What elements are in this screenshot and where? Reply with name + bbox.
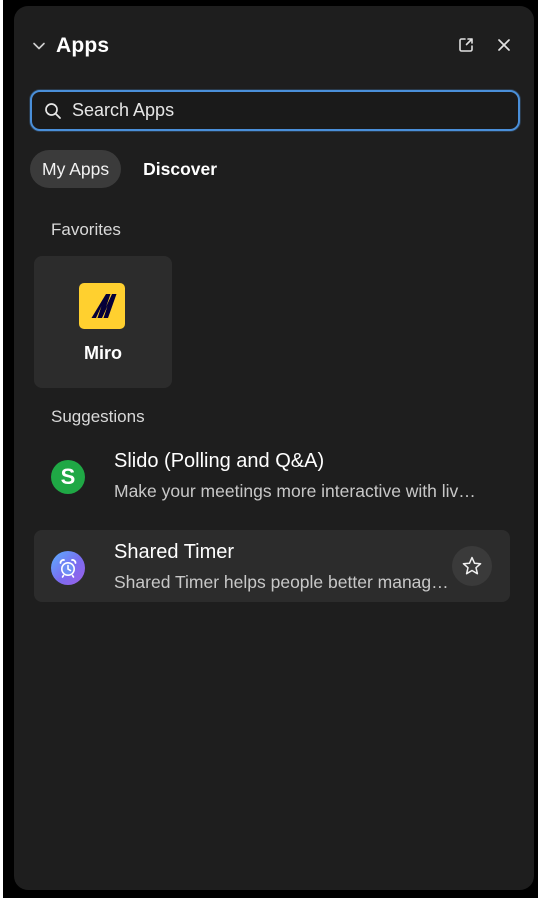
suggestions-heading: Suggestions [51,407,145,426]
app-window: Apps My Apps Discover [3,0,538,898]
list-item[interactable]: S Slido (Polling and Q&A) Make your meet… [34,439,510,511]
close-icon [498,39,510,51]
tab-bar: My Apps Discover [30,149,229,189]
alarm-clock-icon [51,551,85,585]
app-name: Slido (Polling and Q&A) [114,450,325,472]
add-favorite-button[interactable] [452,546,492,586]
search-box [30,90,520,131]
tab-discover[interactable]: Discover [131,150,229,188]
tab-my-apps[interactable]: My Apps [30,150,122,188]
chevron-down-icon [33,42,45,50]
favorite-app-tile[interactable]: Miro [34,256,172,388]
miro-logo-icon [79,283,125,329]
panel-title: Apps [56,34,110,57]
apps-panel: Apps My Apps Discover [14,6,534,890]
favorites-heading: Favorites [51,220,121,239]
app-description: Make your meetings more interactive with… [114,481,479,501]
star-icon [462,556,482,575]
slido-icon: S [51,460,85,494]
slido-icon-letter: S [60,464,76,489]
collapse-toggle[interactable]: Apps [32,34,120,58]
search-input[interactable] [70,92,518,129]
panel-header: Apps [14,6,534,78]
app-name: Shared Timer [114,541,235,563]
list-item[interactable]: Shared Timer Shared Timer helps people b… [34,530,510,602]
popout-button[interactable] [452,31,480,59]
close-button[interactable] [490,31,518,59]
search-icon [45,102,61,119]
app-description: Shared Timer helps people better manage … [114,572,449,592]
favorite-app-name: Miro [84,343,122,363]
popout-icon [459,38,473,52]
